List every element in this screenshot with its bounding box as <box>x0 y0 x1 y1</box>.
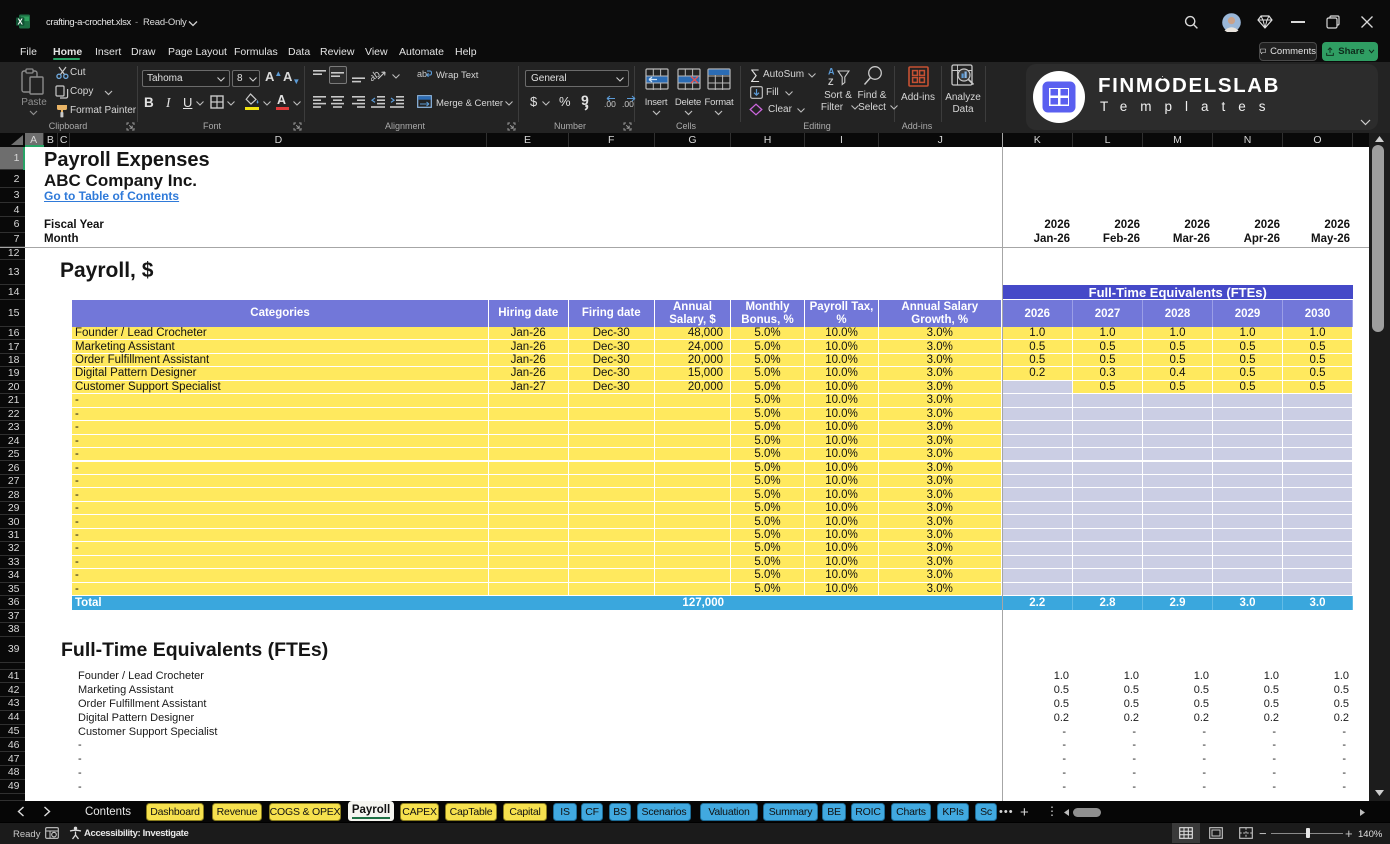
svg-text:A: A <box>828 67 835 77</box>
svg-text:ab: ab <box>417 69 427 79</box>
svg-text:X: X <box>18 17 24 26</box>
svg-text:Z: Z <box>828 77 834 86</box>
